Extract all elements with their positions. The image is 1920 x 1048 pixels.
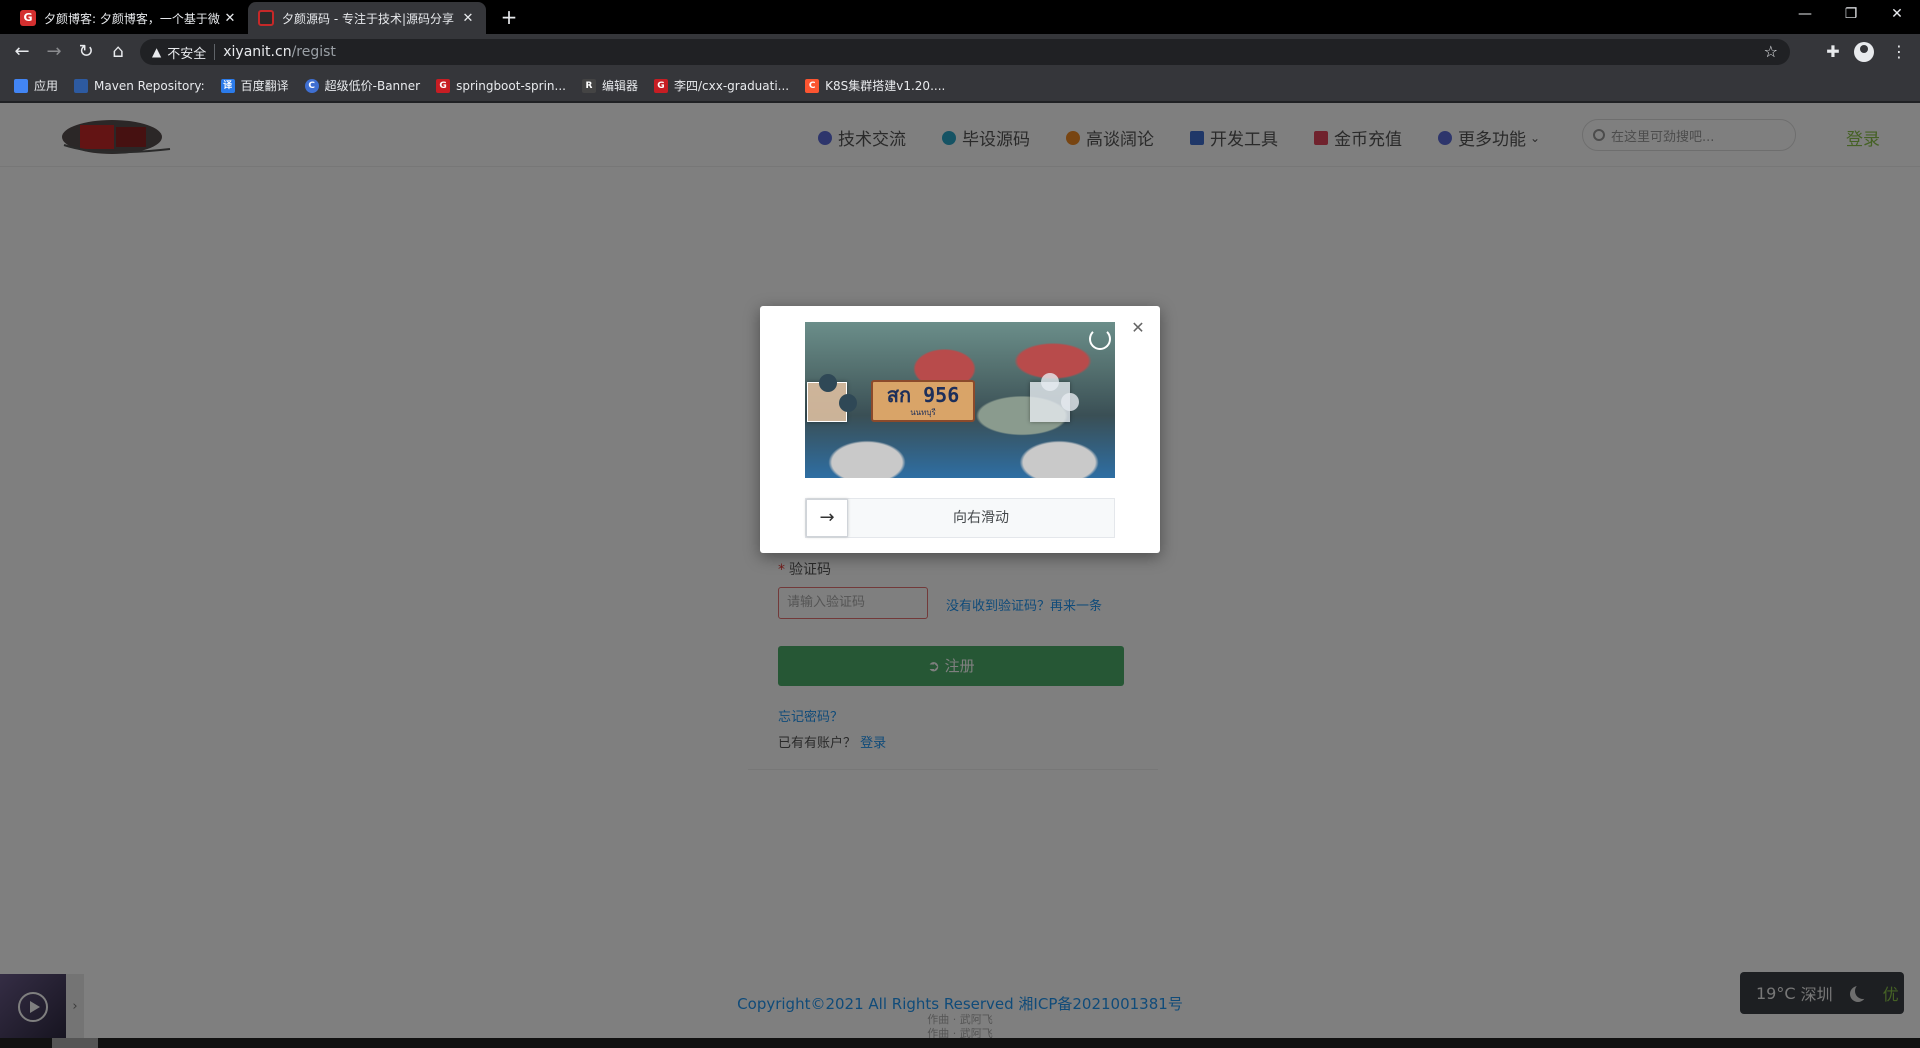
forward-button[interactable]: → <box>40 38 68 66</box>
browser-menu-icon[interactable]: ⋮ <box>1886 39 1912 65</box>
browser-tab-source[interactable]: 夕颜源码 - 专注于技术|源码分享 ✕ <box>248 2 486 34</box>
reload-button[interactable]: ↻ <box>72 38 100 66</box>
bookmark-editor[interactable]: R 编辑器 <box>581 77 638 94</box>
bookmark-label: Maven Repository: <box>94 78 205 93</box>
restore-button[interactable]: ❐ <box>1828 0 1874 30</box>
taskbar-item[interactable] <box>52 1038 98 1048</box>
slide-captcha-modal: ✕ สก 956 นนทบุรี → 向右滑动 <box>760 306 1160 553</box>
puzzle-target-slot <box>1030 373 1079 422</box>
tab-title: 夕颜博客: 夕颜博客，一个基于微 <box>44 11 220 26</box>
puzzle-piece[interactable] <box>807 374 857 422</box>
bookmark-apps[interactable]: 应用 <box>14 77 58 94</box>
bookmark-baidu-translate[interactable]: 译百度翻译 <box>220 77 289 94</box>
modal-overlay[interactable] <box>0 103 1920 1048</box>
bookmark-label: K8S集群搭建v1.20.... <box>825 79 946 93</box>
apps-grid-icon <box>14 78 28 93</box>
browser-tab-strip: G 夕颜博客: 夕颜博客，一个基于微 ✕ 夕颜源码 - 专注于技术|源码分享 ✕… <box>0 0 1920 34</box>
warning-icon: ▲ <box>152 45 162 59</box>
taskbar-strip <box>0 1038 1920 1048</box>
puzzle-knob <box>839 394 857 412</box>
tab-title: 夕颜源码 - 专注于技术|源码分享 <box>282 11 455 26</box>
captcha-slider[interactable]: → 向右滑动 <box>805 498 1115 538</box>
bookmark-label: 应用 <box>34 79 59 93</box>
page-viewport: 技术交流 毕设源码 高谈阔论 开发工具 金币充值 更多功能⌄ 在这里可劲搜吧..… <box>0 103 1920 1048</box>
bookmark-springboot[interactable]: Gspringboot-sprin... <box>436 78 566 93</box>
tab-close-icon[interactable]: ✕ <box>222 11 238 26</box>
site-favicon-icon <box>258 10 274 26</box>
c-logo-icon: C <box>304 78 319 93</box>
bookmarks-bar: 应用 Maven Repository: 译百度翻译 C 超级低价-Banner … <box>0 70 1920 102</box>
tab-close-icon[interactable]: ✕ <box>460 11 476 26</box>
address-bar[interactable]: ▲ 不安全 xiyanit.cn /regist ☆ <box>140 39 1790 65</box>
slider-handle[interactable]: → <box>806 499 848 537</box>
bookmark-maven[interactable]: Maven Repository: <box>74 78 205 93</box>
home-button[interactable]: ⌂ <box>104 38 132 66</box>
bookmark-label: 百度翻译 <box>240 79 289 93</box>
new-tab-button[interactable]: + <box>496 5 522 31</box>
security-label: 不安全 <box>167 46 207 62</box>
puzzle-knob <box>819 374 837 392</box>
gitee-favicon-icon: G <box>20 10 36 26</box>
refresh-icon[interactable] <box>1089 328 1111 350</box>
window-close-button[interactable]: ✕ <box>1874 0 1920 30</box>
license-plate: สก 956 นนทบุรี <box>871 380 975 422</box>
puzzle-knob <box>1041 373 1059 391</box>
extensions-puzzle-icon[interactable]: ✚ <box>1820 39 1846 65</box>
editor-icon: R <box>581 78 596 93</box>
bookmark-banner[interactable]: C 超级低价-Banner <box>304 77 421 94</box>
gitee-icon: G <box>653 78 668 93</box>
bookmark-label: 李四/cxx-graduati... <box>673 79 790 93</box>
captcha-image: สก 956 นนทบุรี <box>805 322 1115 478</box>
gitee-icon: G <box>436 78 451 93</box>
profile-avatar-icon[interactable] <box>1854 42 1874 62</box>
bookmark-label: 编辑器 <box>601 79 638 93</box>
bookmark-k8s[interactable]: C K8S集群搭建v1.20.... <box>805 77 945 94</box>
browser-toolbar: ← → ↻ ⌂ ▲ 不安全 xiyanit.cn /regist ☆ ✚ ⋮ <box>0 34 1920 70</box>
baidu-translate-icon: 译 <box>220 78 235 93</box>
minimize-button[interactable]: — <box>1782 0 1828 30</box>
plate-subtext: นนทบุรี <box>910 408 936 417</box>
back-button[interactable]: ← <box>8 38 36 66</box>
plate-number: สก 956 <box>886 383 960 407</box>
bookmark-lisi-graduation[interactable]: G 李四/cxx-graduati... <box>653 77 790 94</box>
url-host: xiyanit.cn <box>223 44 292 60</box>
puzzle-knob <box>1061 393 1079 411</box>
csdn-icon: C <box>805 78 820 93</box>
browser-tab-blog[interactable]: G 夕颜博客: 夕颜博客，一个基于微 ✕ <box>10 2 248 34</box>
address-separator <box>214 44 216 60</box>
slider-hint: 向右滑动 <box>953 510 1009 526</box>
close-icon[interactable]: ✕ <box>1130 320 1146 336</box>
url-path: /regist <box>291 44 336 60</box>
bookmark-star-icon[interactable]: ☆ <box>1764 42 1778 61</box>
bookmark-label: springboot-sprin... <box>456 78 566 93</box>
maven-icon <box>74 78 89 93</box>
bookmark-label: 超级低价-Banner <box>324 79 421 93</box>
